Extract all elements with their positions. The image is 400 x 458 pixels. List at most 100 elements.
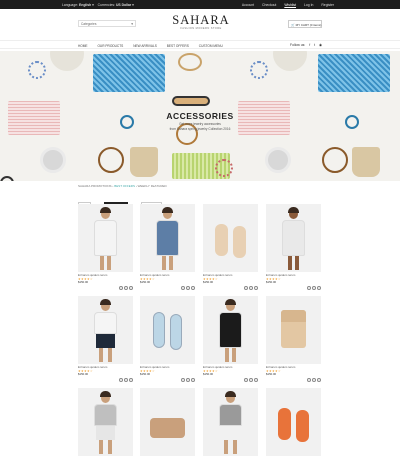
model-hair: [225, 391, 236, 397]
twitter-icon[interactable]: t: [314, 43, 315, 47]
cart-icon[interactable]: [129, 378, 133, 382]
cart-icon[interactable]: [129, 286, 133, 290]
cart-button[interactable]: 🛒 MY CART (0 items): [288, 20, 322, 28]
compare-icon[interactable]: [312, 378, 316, 382]
nav-best-offers[interactable]: BEST OFFERS: [167, 44, 189, 48]
basket-image: [130, 147, 158, 177]
wishlist-icon[interactable]: [244, 286, 248, 290]
model-legs: [107, 256, 111, 270]
rss-icon[interactable]: ◉: [319, 43, 322, 47]
filter-tabs: All Top Women Top Men: [78, 193, 170, 209]
language-selector[interactable]: English: [79, 3, 91, 7]
dress-shape: [94, 220, 117, 256]
product-image[interactable]: [78, 204, 133, 272]
bowl-image: [50, 51, 84, 71]
nav-our-products[interactable]: OUR PRODUCTS: [97, 44, 123, 48]
product-image[interactable]: [266, 296, 321, 364]
product-image[interactable]: [78, 388, 133, 456]
compare-icon[interactable]: [312, 286, 316, 290]
product-card[interactable]: Et harum quidem rerum ★★★★☆ $150.00: [78, 296, 133, 382]
bead-bracelet-image: [28, 61, 46, 79]
product-card[interactable]: [140, 388, 195, 458]
top-shape: [94, 404, 117, 426]
cart-icon[interactable]: [254, 286, 258, 290]
model-legs: [232, 348, 236, 362]
social-links: Follow us: f t ◉: [287, 43, 322, 47]
cart-icon[interactable]: [254, 378, 258, 382]
facebook-icon[interactable]: f: [309, 43, 310, 47]
product-image[interactable]: [140, 296, 195, 364]
nav-custom-menu[interactable]: CUSTOM MENU: [199, 44, 223, 48]
wishlist-icon[interactable]: [181, 378, 185, 382]
basket-image: [352, 147, 380, 177]
bracelet-image: [345, 115, 359, 129]
product-card[interactable]: [203, 388, 258, 458]
model-hair: [100, 391, 111, 397]
product-card[interactable]: Et harum quidem rerum ★★★★☆ $150.00: [203, 296, 258, 382]
product-image[interactable]: [78, 296, 133, 364]
compare-icon[interactable]: [249, 378, 253, 382]
product-image[interactable]: [203, 204, 258, 272]
wishlist-icon[interactable]: [307, 378, 311, 382]
hero-banner[interactable]: ACCESSORIES Get more jewelry accessories…: [0, 51, 400, 181]
product-card[interactable]: Et harum quidem rerum ★★★★☆ $150.00: [203, 204, 258, 290]
breadcrumb: SAHARA PROMOTIONS › BEST OFFERS › WEEKLY…: [78, 184, 167, 188]
logo[interactable]: SAHARA FASHION MODERN STORE: [170, 14, 232, 30]
headband-image: [172, 96, 210, 106]
product-card[interactable]: Et harum quidem rerum ★★★★☆ $150.00: [266, 296, 321, 382]
compare-icon[interactable]: [186, 286, 190, 290]
product-image[interactable]: [140, 204, 195, 272]
model-legs: [108, 348, 112, 362]
compare-icon[interactable]: [124, 286, 128, 290]
cart-icon[interactable]: [191, 378, 195, 382]
wishlist-icon[interactable]: [119, 286, 123, 290]
language-label: Language:: [62, 2, 79, 7]
top-shape: [94, 312, 117, 334]
link-checkout[interactable]: Checkout: [262, 3, 276, 7]
wishlist-icon[interactable]: [181, 286, 185, 290]
category-select[interactable]: Categories ▾: [78, 20, 136, 27]
compare-icon[interactable]: [249, 286, 253, 290]
wishlist-icon[interactable]: [307, 286, 311, 290]
breadcrumb-item[interactable]: BEST OFFERS: [114, 184, 135, 188]
bead-bracelet-image: [250, 61, 268, 79]
wishlist-icon[interactable]: [119, 378, 123, 382]
cart-icon[interactable]: [317, 286, 321, 290]
category-select-label: Categories: [81, 22, 97, 26]
product-image[interactable]: [266, 204, 321, 272]
blue-pouch-image: [318, 54, 390, 92]
top-bar: Language: English ▾ Currencies: US Dolla…: [0, 0, 400, 9]
card-actions: [180, 369, 195, 387]
product-image[interactable]: [203, 296, 258, 364]
product-card[interactable]: [78, 388, 133, 458]
model-legs: [288, 256, 292, 270]
nav-home[interactable]: HOME: [78, 44, 88, 48]
candle-image: [265, 147, 291, 173]
wishlist-icon[interactable]: [244, 378, 248, 382]
link-account[interactable]: Account: [242, 3, 254, 7]
product-card[interactable]: Et harum quidem rerum ★★★★☆ $150.00: [140, 296, 195, 382]
link-login[interactable]: Log In: [304, 3, 313, 7]
product-card[interactable]: [266, 388, 321, 458]
link-register[interactable]: Register: [321, 3, 334, 7]
cart-icon[interactable]: [317, 378, 321, 382]
product-image[interactable]: [203, 388, 258, 456]
compare-icon[interactable]: [186, 378, 190, 382]
currency-selector[interactable]: US Dollar: [116, 3, 131, 7]
main-nav: HOME OUR PRODUCTS NEW ARRIVALS BEST OFFE…: [0, 40, 400, 49]
logo-title: SAHARA: [172, 13, 230, 27]
product-card[interactable]: Et harum quidem rerum ★★★★☆ $150.00: [78, 204, 133, 290]
breadcrumb-item[interactable]: SAHARA PROMOTIONS: [78, 184, 112, 188]
follow-label: Follow us:: [290, 43, 306, 47]
link-wishlist[interactable]: Wishlist: [284, 3, 296, 7]
nav-new-arrivals[interactable]: NEW ARRIVALS: [133, 44, 157, 48]
cart-icon[interactable]: [191, 286, 195, 290]
product-card[interactable]: Et harum quidem rerum ★★★★☆ $150.00: [140, 204, 195, 290]
product-image[interactable]: [140, 388, 195, 456]
shoe-shape: [153, 312, 165, 348]
blue-pouch-image: [93, 54, 165, 92]
backpack-flap: [281, 310, 306, 322]
product-card[interactable]: Et harum quidem rerum ★★★★☆ $150.00: [266, 204, 321, 290]
product-image[interactable]: [266, 388, 321, 456]
compare-icon[interactable]: [124, 378, 128, 382]
